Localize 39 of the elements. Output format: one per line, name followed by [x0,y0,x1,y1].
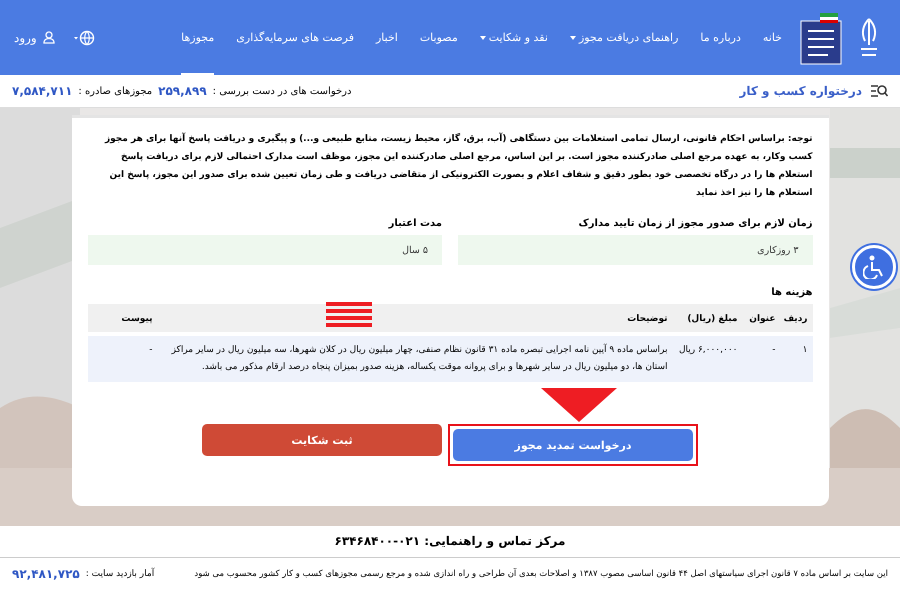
field-label: زمان لازم برای صدور مجوز از زمان تایید مدارک [578,218,812,229]
visits-count: ۹۲,۴۸۱,۷۲۵ [12,567,80,581]
action-button[interactable]: درخواست تمدید مجوز [453,429,693,461]
nav-link[interactable]: درباره ما [700,0,741,75]
column-header: ردیف [780,304,812,332]
pending-count: ۲۵۹,۸۹۹ [158,84,207,98]
column-header: توضیحات [158,304,672,332]
nav-link[interactable]: فرصت های سرمایه‌گذاری [236,0,354,75]
wheelchair-icon [863,255,885,279]
contact-line: مرکز تماس و راهنمایی: ۰۲۱-۶۳۴۶۸۴۰۰ [0,526,900,558]
field-value: ۵ سال [88,235,442,265]
nav-link[interactable]: خانه [762,0,782,75]
issued-label: مجوزهای صادره : [78,86,152,96]
legal-note: این سایت بر اساس ماده ۷ قانون اجرای سیاستهای اصل ۴۴ قانون اساسی مصوب ۱۳۸۷ و اصلاحات بعدی آن طراحی و راه اندازی شده و مرجع رسمی مجوزهای کسب و کار کشور محسوب می شود [194,569,888,579]
field-label: مدت اعتبار [387,218,442,229]
visits-label: آمار بازدید سایت : [86,569,154,579]
pending-label: درخواست های در دست بررسی : [212,86,352,96]
column-header: مبلغ (ریال) [672,304,742,332]
field-value: ۳ روزکاری [458,235,812,265]
nav-link[interactable]: مصوبات [420,0,458,75]
user-icon [42,31,55,44]
nav-link[interactable]: راهنمای دریافت مجوز [570,0,678,75]
tree-search-icon[interactable] [870,84,888,98]
nav-link[interactable]: مجوزها [181,0,214,75]
caret-icon[interactable] [570,36,576,40]
nav-link[interactable]: نقد و شکایت [480,0,548,75]
ministry-logo-icon [800,10,842,64]
column-header: عنوان [742,304,780,332]
business-tree-link[interactable]: درختواره کسب و کار [739,84,862,98]
language-globe-icon[interactable] [72,30,95,46]
nav-link[interactable]: اخبار [376,0,398,75]
arrow-shaft [326,302,372,327]
caret-icon[interactable] [480,36,486,40]
column-header: پیوست [88,304,158,332]
action-button[interactable]: ثبت شکایت [202,424,442,456]
notice-text: توجه: براساس احکام قانونی، ارسال تمامی استعلامات بین دستگاهی (آب، برق، گاز، محیط زیست، منابع طبیعی و...) و پیگیری و دریافت پاسخ آنها برای هر مجوز کسب وکار، به عهده مرجع اصلی صادرکننده مجوز است. بر این اساس، مرجع اصلی صادرکننده این مجوز، موظف است مدارک احتمالی لازم برای دریافت پاسخ استعلام ها را در درگاه تخصصی خود بطور دقیق و شفاف اعلام و بصورت الکترونیکی از متقاضی دریافت و طی زمان تعیین شده برای صدور این مجوز، پاسخ این استعلام ها را نیز اخذ نماید [104,132,812,200]
login-button[interactable]: ورود [14,30,55,44]
costs-title: هزینه ها [770,287,812,298]
issued-count: ۷,۵۸۴,۷۱۱ [12,84,72,98]
